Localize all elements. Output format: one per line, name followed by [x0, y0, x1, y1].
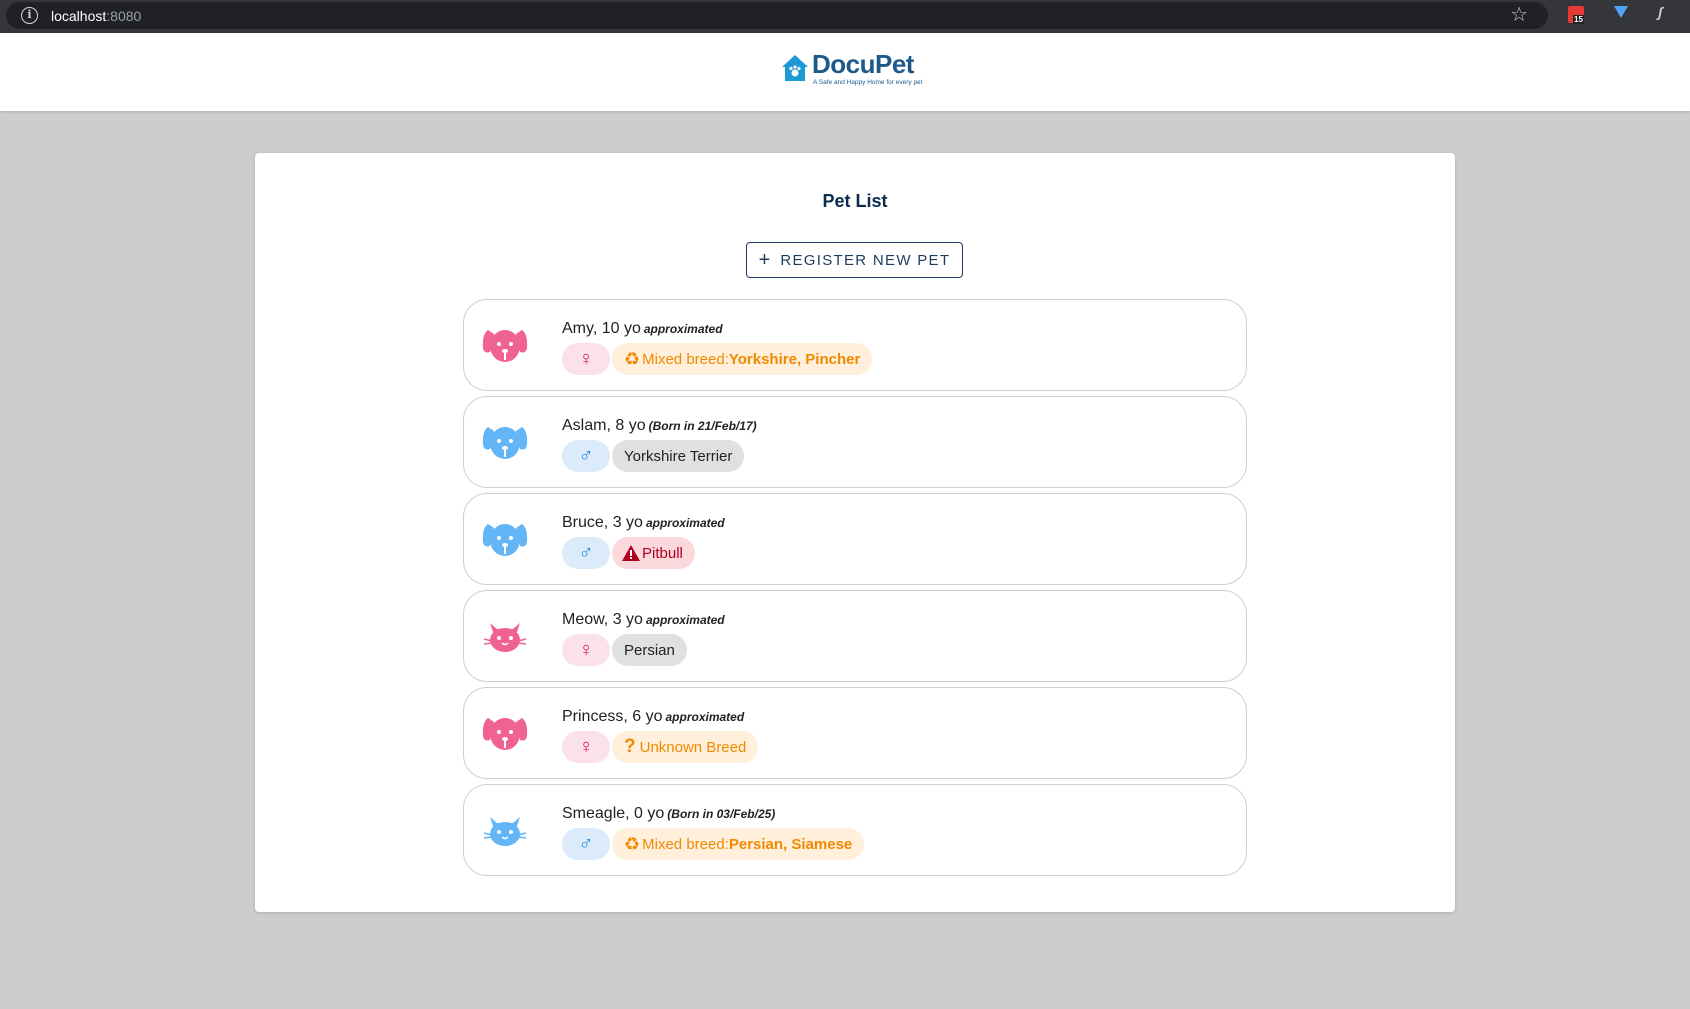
breed-chip: ♻ Mixed breed: Persian, Siamese [612, 828, 865, 860]
pet-name: Smeagle, 0 yo (Born in 03/Feb/25) [562, 805, 775, 823]
dog-icon [480, 710, 530, 756]
pet-chips: ♀? Unknown Breed [562, 731, 759, 763]
dog-icon [480, 322, 530, 368]
question-icon: ? [624, 736, 636, 757]
browser-toolbar: i localhost:8080 ☆ 15 ʃ [0, 0, 1690, 33]
breed-chip: Persian [612, 634, 687, 666]
site-header: DocuPet A Safe and Happy Home for every … [0, 33, 1690, 111]
breed-label: Pitbull [642, 544, 683, 562]
pet-row[interactable]: Meow, 3 yo approximated ♀ Persian [463, 590, 1247, 682]
dog-icon [480, 516, 530, 562]
pet-row[interactable]: Bruce, 3 yo approximated ♂ Pitbull [463, 493, 1247, 585]
pet-age-note: (Born in 03/Feb/25) [667, 807, 776, 821]
pet-chips: ♀ ♻ Mixed breed: Yorkshire, Pincher [562, 343, 873, 375]
pet-name-age: Amy, 10 yo [562, 320, 641, 337]
pet-name-age: Aslam, 8 yo [562, 417, 646, 434]
pet-chips: ♂ Yorkshire Terrier [562, 440, 745, 472]
register-new-pet-button[interactable]: + REGISTER NEW PET [746, 242, 963, 278]
address-bar[interactable]: i localhost:8080 ☆ [6, 2, 1548, 29]
warning-icon [622, 545, 640, 561]
pet-name-age: Bruce, 3 yo [562, 514, 643, 531]
url-port: :8080 [106, 8, 142, 24]
breed-chip: Yorkshire Terrier [612, 440, 745, 472]
bookmark-star-icon[interactable]: ☆ [1510, 4, 1528, 26]
pet-row[interactable]: Smeagle, 0 yo (Born in 03/Feb/25) ♂ ♻ Mixed … [463, 784, 1247, 876]
site-info-icon[interactable]: i [21, 7, 38, 24]
breed-label: Mixed breed: [642, 835, 729, 853]
breed-chip: ? Unknown Breed [612, 731, 759, 763]
gem-extension-icon[interactable] [1614, 6, 1628, 18]
register-button-label: REGISTER NEW PET [780, 251, 951, 269]
male-icon: ♂ [562, 537, 610, 569]
docupet-logo[interactable]: DocuPet A Safe and Happy Home for every … [780, 49, 930, 91]
dog-icon [480, 419, 530, 465]
pet-age-note: approximated [643, 322, 723, 336]
pet-age-note: approximated [645, 516, 725, 530]
pet-name-age: Meow, 3 yo [562, 611, 643, 628]
recycle-icon: ♻ [624, 348, 641, 369]
pet-chips: ♂ ♻ Mixed breed: Persian, Siamese [562, 828, 865, 860]
pet-chips: ♀ Persian [562, 634, 687, 666]
pet-age-note: (Born in 21/Feb/17) [648, 419, 757, 433]
pet-row[interactable]: Princess, 6 yo approximated ♀? Unknown Bree… [463, 687, 1247, 779]
breed-chip: ♻ Mixed breed: Yorkshire, Pincher [612, 343, 873, 375]
sex-symbol: ♂ [578, 541, 594, 564]
s-extension-icon[interactable]: ʃ [1658, 4, 1674, 22]
breed-value: Yorkshire, Pincher [728, 350, 861, 368]
logo-tagline: A Safe and Happy Home for every pet [813, 79, 923, 86]
sex-symbol: ♀ [578, 347, 594, 370]
breed-label: Mixed breed: [642, 350, 729, 368]
page-title: Pet List [822, 191, 888, 211]
female-icon: ♀ [562, 731, 610, 763]
calendar-extension-icon[interactable]: 15 [1568, 6, 1584, 24]
pet-name: Meow, 3 yo approximated [562, 611, 725, 629]
logo-text: DocuPet [812, 49, 914, 79]
pet-name-age: Smeagle, 0 yo [562, 805, 665, 822]
pet-age-note: approximated [665, 710, 745, 724]
house-paw-icon [782, 55, 808, 81]
pet-name: Princess, 6 yo approximated [562, 708, 744, 726]
cat-icon [480, 807, 530, 853]
pet-name: Aslam, 8 yo (Born in 21/Feb/17) [562, 417, 757, 435]
sex-symbol: ♂ [578, 444, 594, 467]
male-icon: ♂ [562, 440, 610, 472]
pet-list-card: Pet List + REGISTER NEW PET Amy, 10 yo ap… [255, 153, 1455, 912]
pet-row[interactable]: Aslam, 8 yo (Born in 21/Feb/17) ♂ Yorkshire… [463, 396, 1247, 488]
breed-chip: Pitbull [612, 537, 695, 569]
sex-symbol: ♂ [578, 832, 594, 855]
cat-icon [480, 613, 530, 659]
pet-list: Amy, 10 yo approximated ♀ ♻ Mixed breed: York… [463, 299, 1247, 881]
breed-label: Persian [624, 641, 675, 659]
pet-name-age: Princess, 6 yo [562, 708, 663, 725]
calendar-badge: 15 [1573, 15, 1584, 24]
pet-name: Bruce, 3 yo approximated [562, 514, 725, 532]
url-text[interactable]: localhost:8080 [51, 8, 141, 24]
url-host: localhost [51, 8, 107, 24]
pet-chips: ♂ Pitbull [562, 537, 695, 569]
pet-age-note: approximated [645, 613, 725, 627]
pet-name: Amy, 10 yo approximated [562, 320, 723, 338]
breed-label: Unknown Breed [639, 738, 747, 756]
pet-row[interactable]: Amy, 10 yo approximated ♀ ♻ Mixed breed: York… [463, 299, 1247, 391]
male-icon: ♂ [562, 828, 610, 860]
sex-symbol: ♀ [578, 735, 594, 758]
female-icon: ♀ [562, 634, 610, 666]
female-icon: ♀ [562, 343, 610, 375]
plus-icon: + [758, 249, 771, 271]
sex-symbol: ♀ [578, 638, 594, 661]
breed-label: Yorkshire Terrier [624, 447, 733, 465]
recycle-icon: ♻ [624, 833, 641, 854]
breed-value: Persian, Siamese [728, 835, 853, 853]
